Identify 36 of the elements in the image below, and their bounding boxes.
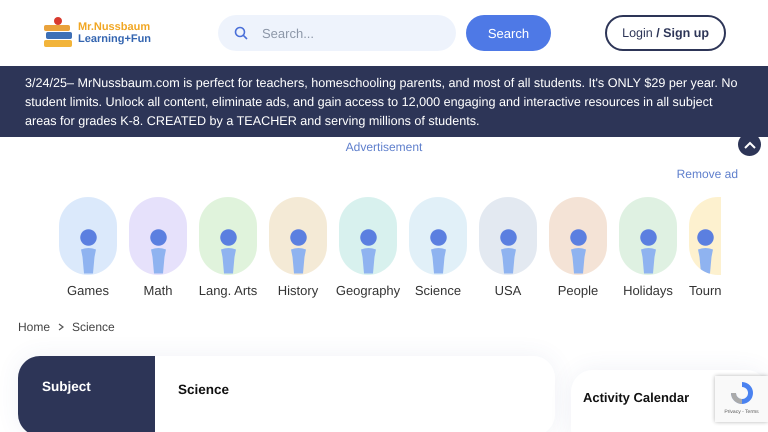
category-item[interactable]: Lang. Arts [199, 197, 257, 298]
category-label: Games [67, 283, 109, 298]
announcement-text: 3/24/25– MrNussbaum.com is perfect for teachers, homeschooling parents, and most of all students. It's ONLY $29 per year. No student limits. Unlock all content, eliminate ads, and gain access to 12,000 engaging and interactive resources in all subject areas for grades K-8. CREATED by a TEACHER and serving millions of students. [25, 75, 738, 130]
logo-subtitle: Learning+Fun [78, 33, 152, 45]
category-item[interactable]: USA [479, 197, 537, 298]
chevron-icon [58, 323, 64, 331]
category-label: History [278, 283, 318, 298]
breadcrumb-link[interactable]: Home [18, 320, 50, 334]
category-label: Science [414, 283, 462, 298]
subject-tab[interactable]: Subject [18, 356, 155, 432]
category-item[interactable]: History [269, 197, 327, 298]
breadcrumb-link[interactable]: Science [72, 320, 115, 334]
category-item[interactable]: Tourn [689, 197, 722, 298]
category-item[interactable]: Holidays [619, 197, 677, 298]
subject-title: Science [178, 382, 230, 399]
advertisement-label: Advertisement [346, 140, 422, 154]
category-label: Tourn [689, 283, 722, 298]
category-label: People [558, 283, 598, 298]
search-field[interactable]: Search... [218, 15, 456, 51]
chevron-up-icon [744, 140, 756, 148]
category-label: Holidays [623, 283, 673, 298]
category-item[interactable]: People [549, 197, 607, 298]
category-item[interactable]: Games [59, 197, 117, 298]
category-item[interactable]: Math [129, 197, 187, 298]
recaptcha-icon [728, 380, 754, 406]
category-label: Lang. Arts [198, 283, 258, 298]
category-item[interactable]: Science [409, 197, 467, 298]
login-button[interactable]: Login / Sign up [605, 15, 726, 51]
calendar-title: Activity Calendar [582, 390, 690, 405]
remove-ad-link[interactable]: Remove ad [676, 167, 738, 181]
subject-tab-label: Subject [42, 379, 91, 394]
category-label: Geography [336, 283, 400, 298]
search-button[interactable]: Search [466, 15, 551, 51]
logo-title: Mr.Nussbaum [78, 21, 152, 33]
category-label: USA [494, 283, 522, 298]
category-label: Math [144, 283, 172, 298]
